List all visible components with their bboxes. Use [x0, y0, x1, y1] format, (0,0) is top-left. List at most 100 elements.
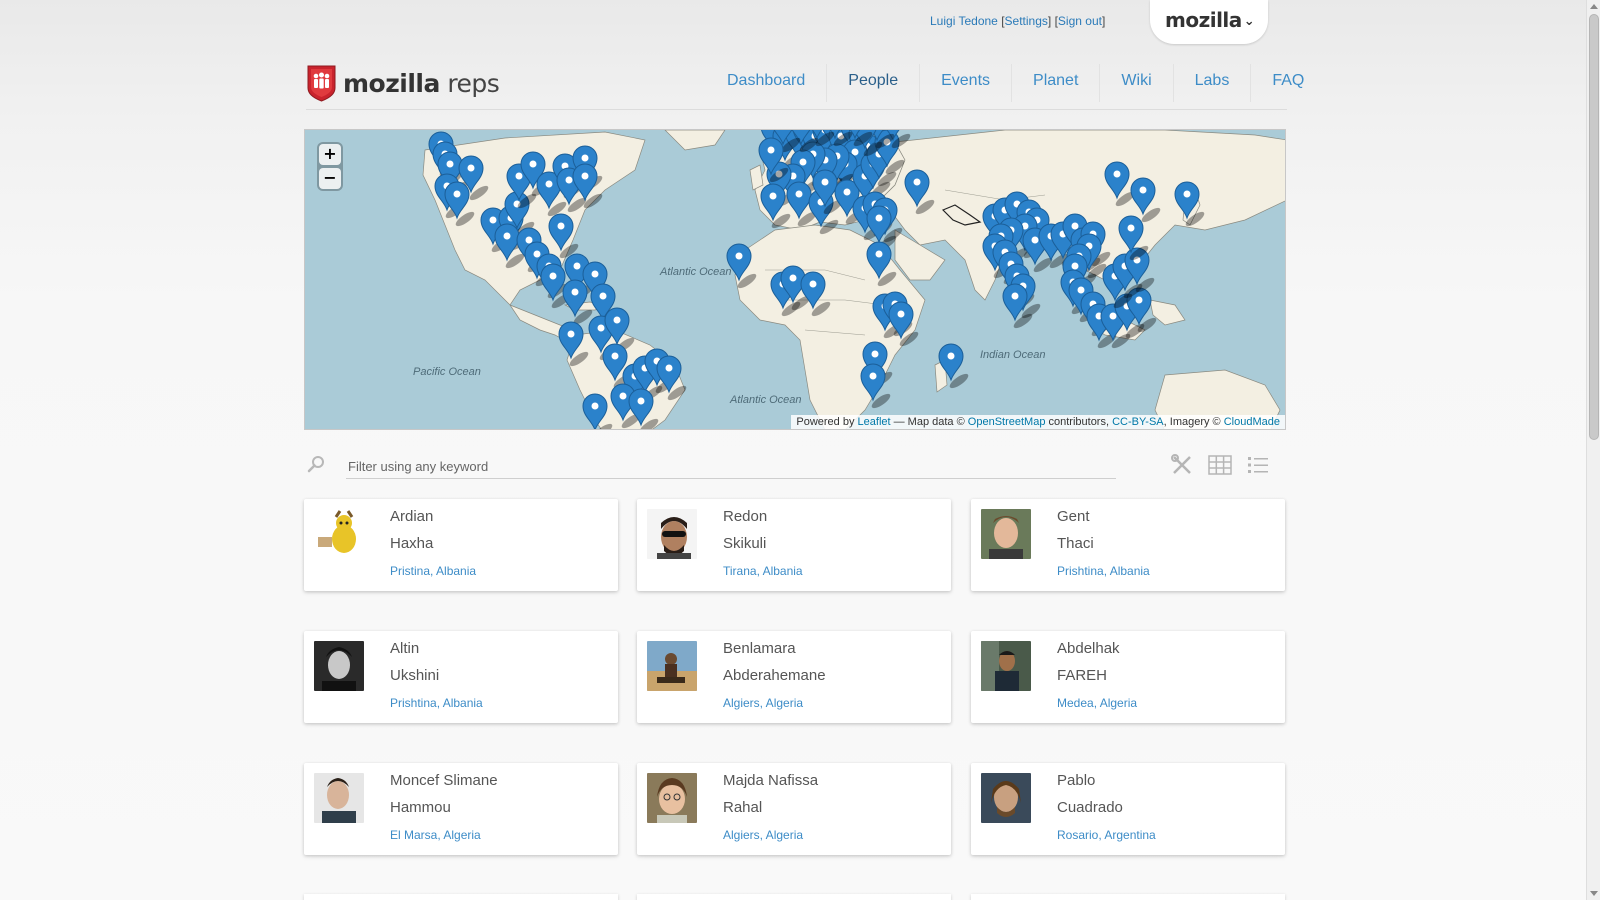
rep-first-name: Abdelhak [1057, 640, 1120, 657]
avatar [981, 773, 1031, 823]
rep-last-name: Ukshini [390, 667, 440, 684]
scroll-down-arrow-icon[interactable] [1590, 891, 1598, 896]
page-scrollbar[interactable] [1586, 0, 1600, 900]
reps-map[interactable]: Atlantic Ocean Pacific Ocean Atlantic Oc… [304, 129, 1286, 430]
map-marker-icon[interactable] [726, 243, 758, 291]
logo-text-light: reps [447, 68, 500, 98]
map-marker-icon[interactable] [582, 393, 614, 430]
rep-first-name: Redon [723, 508, 768, 525]
nav-wiki[interactable]: Wiki [1099, 64, 1172, 102]
nav-planet[interactable]: Planet [1011, 64, 1099, 102]
nav-people[interactable]: People [826, 64, 919, 102]
logo-text: mozilla reps [343, 68, 500, 98]
map-marker-icon[interactable] [558, 321, 590, 369]
reps-shield-icon [307, 65, 336, 102]
rep-location-link[interactable]: Rosario, Argentina [1057, 828, 1156, 842]
nav-labs[interactable]: Labs [1172, 64, 1251, 102]
rep-last-name: FAREH [1057, 667, 1108, 684]
map-marker-icon[interactable] [866, 241, 898, 289]
search-icon [307, 456, 324, 473]
rep-location-link[interactable]: Pristina, Albania [390, 564, 476, 578]
rep-card[interactable]: Pablo Cuadrado Rosario, Argentina [971, 763, 1285, 855]
site-logo[interactable]: mozilla reps [307, 64, 500, 102]
nav-faq[interactable]: FAQ [1250, 64, 1325, 102]
mozilla-tab-label: mozilla [1165, 8, 1242, 32]
main-nav: Dashboard People Events Planet Wiki Labs… [706, 64, 1325, 102]
rep-card[interactable]: Abdelhak FAREH Medea, Algeria [971, 631, 1285, 723]
attribution-mid: — Map data © [893, 416, 965, 428]
rep-card[interactable] [637, 894, 951, 900]
rep-first-name: Gent [1057, 508, 1090, 525]
rep-last-name: Hammou [390, 799, 451, 816]
header-divider [306, 109, 1287, 110]
view-toggle-group [1170, 454, 1270, 476]
map-marker-icon[interactable] [1174, 181, 1206, 229]
avatar [647, 641, 697, 691]
rep-location-link[interactable]: Prishtina, Albania [390, 696, 483, 710]
rep-card[interactable]: Benlamara Abderahemane Algiers, Algeria [637, 631, 951, 723]
map-markers [428, 130, 1206, 430]
avatar [981, 641, 1031, 691]
map-marker-icon[interactable] [904, 169, 936, 217]
nav-dashboard[interactable]: Dashboard [706, 64, 826, 102]
rep-location-link[interactable]: El Marsa, Algeria [390, 828, 481, 842]
rep-card[interactable] [971, 894, 1285, 900]
rep-first-name: Majda Nafissa [723, 772, 819, 789]
logo-text-bold: mozilla [343, 68, 440, 98]
user-name-link[interactable]: Luigi Tedone [930, 14, 998, 28]
rep-last-name: Thaci [1057, 535, 1094, 552]
scrollbar-thumb[interactable] [1589, 14, 1599, 440]
map-marker-icon[interactable] [800, 271, 832, 319]
nav-events[interactable]: Events [919, 64, 1011, 102]
rep-card[interactable]: Moncef Slimane Hammou El Marsa, Algeria [304, 763, 618, 855]
zoom-out-button[interactable]: − [319, 168, 341, 189]
map-marker-icon[interactable] [938, 343, 970, 391]
zoom-in-button[interactable]: + [319, 144, 341, 165]
rep-card[interactable]: Ardian Haxha Pristina, Albania [304, 499, 618, 591]
leaflet-link[interactable]: Leaflet [858, 416, 891, 428]
sign-out-link[interactable]: Sign out [1058, 14, 1102, 28]
license-link[interactable]: CC-BY-SA [1112, 416, 1164, 428]
scroll-up-arrow-icon[interactable] [1590, 4, 1598, 9]
rep-last-name: Rahal [723, 799, 763, 816]
avatar [314, 641, 364, 691]
avatar [647, 509, 697, 559]
openstreetmap-link[interactable]: OpenStreetMap [968, 416, 1046, 428]
map-marker-icon[interactable] [656, 355, 688, 403]
rep-last-name: Skikuli [723, 535, 767, 552]
rep-card[interactable] [304, 894, 618, 900]
search-input[interactable] [346, 455, 1116, 479]
rep-card[interactable]: Majda Nafissa Rahal Algiers, Algeria [637, 763, 951, 855]
grid-view-icon[interactable] [1208, 454, 1232, 476]
rep-first-name: Ardian [390, 508, 434, 525]
rep-location-link[interactable]: Algiers, Algeria [723, 696, 803, 710]
zoom-control: + − [317, 142, 343, 191]
rep-last-name: Abderahemane [723, 667, 826, 684]
mozilla-tab[interactable]: mozilla ⌄ [1150, 0, 1268, 44]
rep-card[interactable]: Redon Skikuli Tirana, Albania [637, 499, 951, 591]
rep-location-link[interactable]: Algiers, Algeria [723, 828, 803, 842]
cloudmade-link[interactable]: CloudMade [1224, 416, 1280, 428]
avatar [314, 773, 364, 823]
list-view-icon[interactable] [1246, 454, 1270, 476]
rep-first-name: Moncef Slimane [390, 772, 498, 789]
settings-link[interactable]: Settings [1005, 14, 1048, 28]
rep-card[interactable]: Gent Thaci Prishtina, Albania [971, 499, 1285, 591]
chevron-down-icon: ⌄ [1243, 14, 1255, 29]
avatar [981, 509, 1031, 559]
rep-card[interactable]: Altin Ukshini Prishtina, Albania [304, 631, 618, 723]
avatar [647, 773, 697, 823]
tools-icon[interactable] [1170, 454, 1194, 476]
rep-last-name: Haxha [390, 535, 434, 552]
map-marker-icon[interactable] [888, 301, 920, 349]
rep-location-link[interactable]: Tirana, Albania [723, 564, 803, 578]
rep-first-name: Pablo [1057, 772, 1096, 789]
rep-location-link[interactable]: Medea, Algeria [1057, 696, 1137, 710]
rep-first-name: Benlamara [723, 640, 796, 657]
map-attribution: Powered by Leaflet — Map data © OpenStre… [791, 415, 1285, 429]
attribution-imagery: , Imagery © [1163, 416, 1221, 428]
rep-location-link[interactable]: Prishtina, Albania [1057, 564, 1150, 578]
map-marker-icon[interactable] [860, 363, 892, 411]
user-bar: Luigi Tedone [Settings] [Sign out] [930, 14, 1106, 28]
rep-last-name: Cuadrado [1057, 799, 1123, 816]
